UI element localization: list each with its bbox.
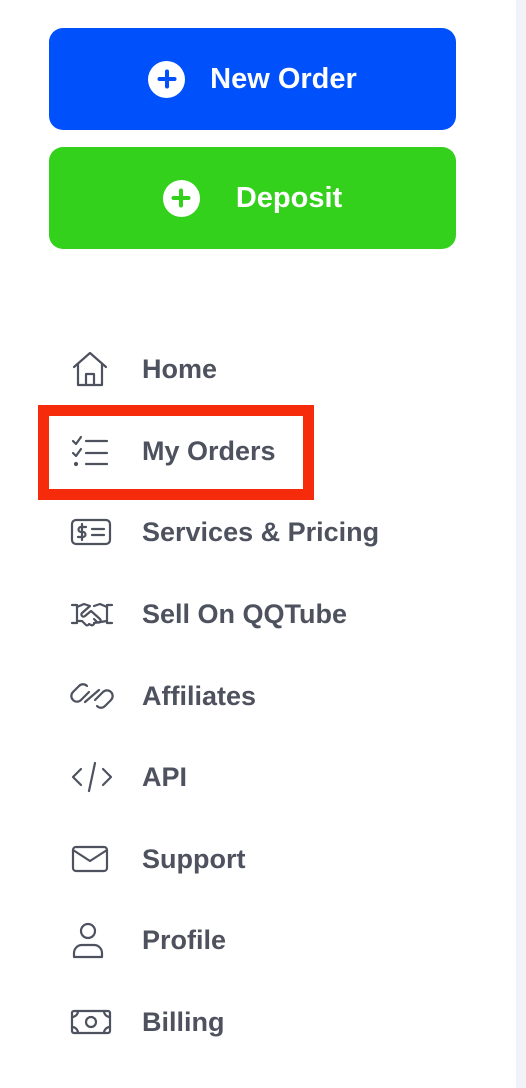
sidebar-item-home[interactable]: Home <box>70 339 217 399</box>
code-icon <box>70 757 116 797</box>
sidebar-item-label: Affiliates <box>142 680 257 711</box>
deposit-label: Deposit <box>235 181 343 214</box>
sidebar-item-affiliates[interactable]: Affiliates <box>70 666 256 726</box>
sidebar-item-billing[interactable]: Billing <box>70 992 225 1052</box>
home-icon <box>70 349 116 389</box>
sidebar-item-label: Services & Pricing <box>142 516 380 547</box>
mail-icon <box>70 839 116 879</box>
sidebar-item-label: My Orders <box>142 435 276 466</box>
sidebar-item-label: Billing <box>142 1006 225 1037</box>
deposit-button[interactable]: Deposit <box>49 147 456 249</box>
sidebar-item-label: API <box>142 761 188 792</box>
plus-circle-icon <box>162 179 200 217</box>
link-icon <box>70 676 116 716</box>
new-order-label: New Order <box>210 62 357 95</box>
plus-circle-icon <box>148 60 186 98</box>
handshake-icon <box>70 594 116 634</box>
banknote-icon <box>70 1002 116 1042</box>
sidebar-item-services-pricing[interactable]: Services & Pricing <box>70 502 379 562</box>
sidebar-item-profile[interactable]: Profile <box>70 910 226 970</box>
new-order-button[interactable]: New Order <box>49 28 456 130</box>
sidebar-item-label: Sell On QQTube <box>142 598 348 629</box>
sidebar-item-label: Support <box>142 843 246 874</box>
checklist-icon <box>70 431 116 471</box>
sidebar-item-api[interactable]: API <box>70 747 187 807</box>
sidebar-item-support[interactable]: Support <box>70 829 245 889</box>
content-edge <box>516 0 526 1088</box>
sidebar-item-sell-on-qqtube[interactable]: Sell On QQTube <box>70 584 347 644</box>
price-tag-icon <box>70 512 116 552</box>
sidebar-item-label: Home <box>142 353 218 384</box>
sidebar-item-my-orders[interactable]: My Orders <box>70 421 276 481</box>
user-icon <box>70 920 116 960</box>
sidebar-item-label: Profile <box>142 924 227 955</box>
